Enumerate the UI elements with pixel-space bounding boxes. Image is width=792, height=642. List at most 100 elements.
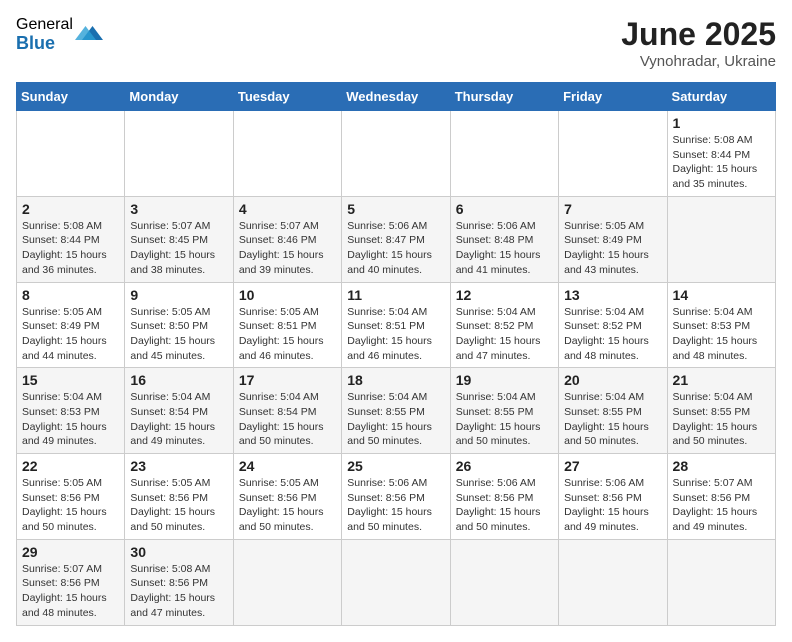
calendar-cell: 24 Sunrise: 5:05 AMSunset: 8:56 PMDayligh… xyxy=(233,454,341,540)
calendar-cell: 21Sunrise: 5:04 AMSunset: 8:55 PMDayligh… xyxy=(667,368,775,454)
day-number: 4 xyxy=(239,201,336,217)
calendar-cell: 27 Sunrise: 5:06 AMSunset: 8:56 PMDayligh… xyxy=(559,454,667,540)
day-info: Sunrise: 5:05 AMSunset: 8:56 PMDaylight:… xyxy=(130,476,227,535)
day-number: 12 xyxy=(456,287,553,303)
calendar-cell: 29Sunrise: 5:07 AMSunset: 8:56 PMDayligh… xyxy=(17,539,125,625)
day-info: Sunrise: 5:07 AMSunset: 8:46 PMDaylight:… xyxy=(239,219,336,278)
day-info: Sunrise: 5:04 AMSunset: 8:54 PMDaylight:… xyxy=(239,390,336,449)
calendar-week-5: 22Sunrise: 5:05 AMSunset: 8:56 PMDayligh… xyxy=(17,454,776,540)
calendar-cell: 15 Sunrise: 5:04 AMSunset: 8:53 PMDayligh… xyxy=(17,368,125,454)
day-number: 6 xyxy=(456,201,553,217)
day-info: Sunrise: 5:06 AMSunset: 8:56 PMDaylight:… xyxy=(564,476,661,535)
calendar-cell: 6Sunrise: 5:06 AMSunset: 8:48 PMDaylight… xyxy=(450,196,558,282)
header-cell-monday: Monday xyxy=(125,83,233,111)
day-info: Sunrise: 5:05 AMSunset: 8:56 PMDaylight:… xyxy=(239,476,336,535)
calendar-cell xyxy=(559,539,667,625)
calendar-cell: 22Sunrise: 5:05 AMSunset: 8:56 PMDayligh… xyxy=(17,454,125,540)
calendar-cell: 25 Sunrise: 5:06 AMSunset: 8:56 PMDayligh… xyxy=(342,454,450,540)
calendar-cell: 11 Sunrise: 5:04 AMSunset: 8:51 PMDayligh… xyxy=(342,282,450,368)
day-number: 9 xyxy=(130,287,227,303)
day-number: 25 xyxy=(347,458,444,474)
day-number: 18 xyxy=(347,372,444,388)
header-cell-sunday: Sunday xyxy=(17,83,125,111)
calendar-cell: 14 Sunrise: 5:04 AMSunset: 8:53 PMDayligh… xyxy=(667,282,775,368)
calendar-cell: 1Sunrise: 5:08 AMSunset: 8:44 PMDaylight… xyxy=(667,111,775,197)
logo: General Blue xyxy=(16,16,103,53)
day-number: 5 xyxy=(347,201,444,217)
calendar-cell xyxy=(233,111,341,197)
logo-general: General xyxy=(16,16,73,34)
calendar-cell: 23 Sunrise: 5:05 AMSunset: 8:56 PMDayligh… xyxy=(125,454,233,540)
day-number: 28 xyxy=(673,458,770,474)
day-number: 29 xyxy=(22,544,119,560)
calendar-header: SundayMondayTuesdayWednesdayThursdayFrid… xyxy=(17,83,776,111)
calendar-cell xyxy=(667,539,775,625)
day-number: 11 xyxy=(347,287,444,303)
day-number: 15 xyxy=(22,372,119,388)
day-info: Sunrise: 5:05 AMSunset: 8:49 PMDaylight:… xyxy=(22,305,119,364)
day-number: 24 xyxy=(239,458,336,474)
header-cell-saturday: Saturday xyxy=(667,83,775,111)
calendar-cell: 8Sunrise: 5:05 AMSunset: 8:49 PMDaylight… xyxy=(17,282,125,368)
day-number: 21 xyxy=(673,372,770,388)
day-number: 3 xyxy=(130,201,227,217)
day-number: 27 xyxy=(564,458,661,474)
calendar-week-3: 8Sunrise: 5:05 AMSunset: 8:49 PMDaylight… xyxy=(17,282,776,368)
day-number: 17 xyxy=(239,372,336,388)
calendar-cell xyxy=(450,111,558,197)
calendar-body: 1Sunrise: 5:08 AMSunset: 8:44 PMDaylight… xyxy=(17,111,776,626)
logo-icon xyxy=(75,19,103,47)
logo-text: General Blue xyxy=(16,16,73,53)
day-info: Sunrise: 5:04 AMSunset: 8:52 PMDaylight:… xyxy=(564,305,661,364)
day-info: Sunrise: 5:05 AMSunset: 8:50 PMDaylight:… xyxy=(130,305,227,364)
day-info: Sunrise: 5:08 AMSunset: 8:44 PMDaylight:… xyxy=(673,133,770,192)
calendar-cell: 12Sunrise: 5:04 AMSunset: 8:52 PMDayligh… xyxy=(450,282,558,368)
day-info: Sunrise: 5:04 AMSunset: 8:53 PMDaylight:… xyxy=(22,390,119,449)
calendar-cell: 2 Sunrise: 5:08 AMSunset: 8:44 PMDaylight… xyxy=(17,196,125,282)
calendar-cell: 13 Sunrise: 5:04 AMSunset: 8:52 PMDayligh… xyxy=(559,282,667,368)
title-section: June 2025 Vynohradar, Ukraine xyxy=(621,16,776,70)
calendar-cell: 10Sunrise: 5:05 AMSunset: 8:51 PMDayligh… xyxy=(233,282,341,368)
calendar-cell: 16Sunrise: 5:04 AMSunset: 8:54 PMDayligh… xyxy=(125,368,233,454)
day-number: 14 xyxy=(673,287,770,303)
calendar-cell xyxy=(125,111,233,197)
day-info: Sunrise: 5:04 AMSunset: 8:51 PMDaylight:… xyxy=(347,305,444,364)
day-info: Sunrise: 5:06 AMSunset: 8:47 PMDaylight:… xyxy=(347,219,444,278)
day-info: Sunrise: 5:06 AMSunset: 8:56 PMDaylight:… xyxy=(456,476,553,535)
day-number: 19 xyxy=(456,372,553,388)
day-info: Sunrise: 5:04 AMSunset: 8:55 PMDaylight:… xyxy=(456,390,553,449)
day-number: 2 xyxy=(22,201,119,217)
header-cell-thursday: Thursday xyxy=(450,83,558,111)
calendar-cell xyxy=(342,539,450,625)
calendar-cell: 30Sunrise: 5:08 AMSunset: 8:56 PMDayligh… xyxy=(125,539,233,625)
calendar-cell xyxy=(450,539,558,625)
day-info: Sunrise: 5:08 AMSunset: 8:44 PMDaylight:… xyxy=(22,219,119,278)
day-info: Sunrise: 5:05 AMSunset: 8:49 PMDaylight:… xyxy=(564,219,661,278)
page-header: General Blue June 2025 Vynohradar, Ukrai… xyxy=(16,16,776,70)
day-number: 10 xyxy=(239,287,336,303)
day-number: 23 xyxy=(130,458,227,474)
header-cell-wednesday: Wednesday xyxy=(342,83,450,111)
day-number: 26 xyxy=(456,458,553,474)
day-info: Sunrise: 5:04 AMSunset: 8:55 PMDaylight:… xyxy=(564,390,661,449)
calendar-week-4: 15 Sunrise: 5:04 AMSunset: 8:53 PMDayligh… xyxy=(17,368,776,454)
location: Vynohradar, Ukraine xyxy=(621,53,776,70)
day-info: Sunrise: 5:04 AMSunset: 8:53 PMDaylight:… xyxy=(673,305,770,364)
day-info: Sunrise: 5:07 AMSunset: 8:45 PMDaylight:… xyxy=(130,219,227,278)
day-number: 30 xyxy=(130,544,227,560)
day-number: 20 xyxy=(564,372,661,388)
logo-blue: Blue xyxy=(16,34,73,54)
calendar-table: SundayMondayTuesdayWednesdayThursdayFrid… xyxy=(16,82,776,626)
calendar-cell xyxy=(667,196,775,282)
calendar-cell: 4 Sunrise: 5:07 AMSunset: 8:46 PMDaylight… xyxy=(233,196,341,282)
calendar-cell: 20 Sunrise: 5:04 AMSunset: 8:55 PMDayligh… xyxy=(559,368,667,454)
day-info: Sunrise: 5:07 AMSunset: 8:56 PMDaylight:… xyxy=(673,476,770,535)
day-info: Sunrise: 5:06 AMSunset: 8:56 PMDaylight:… xyxy=(347,476,444,535)
header-row: SundayMondayTuesdayWednesdayThursdayFrid… xyxy=(17,83,776,111)
day-number: 13 xyxy=(564,287,661,303)
header-cell-tuesday: Tuesday xyxy=(233,83,341,111)
calendar-week-1: 1Sunrise: 5:08 AMSunset: 8:44 PMDaylight… xyxy=(17,111,776,197)
calendar-cell xyxy=(17,111,125,197)
header-cell-friday: Friday xyxy=(559,83,667,111)
calendar-cell: 9 Sunrise: 5:05 AMSunset: 8:50 PMDaylight… xyxy=(125,282,233,368)
